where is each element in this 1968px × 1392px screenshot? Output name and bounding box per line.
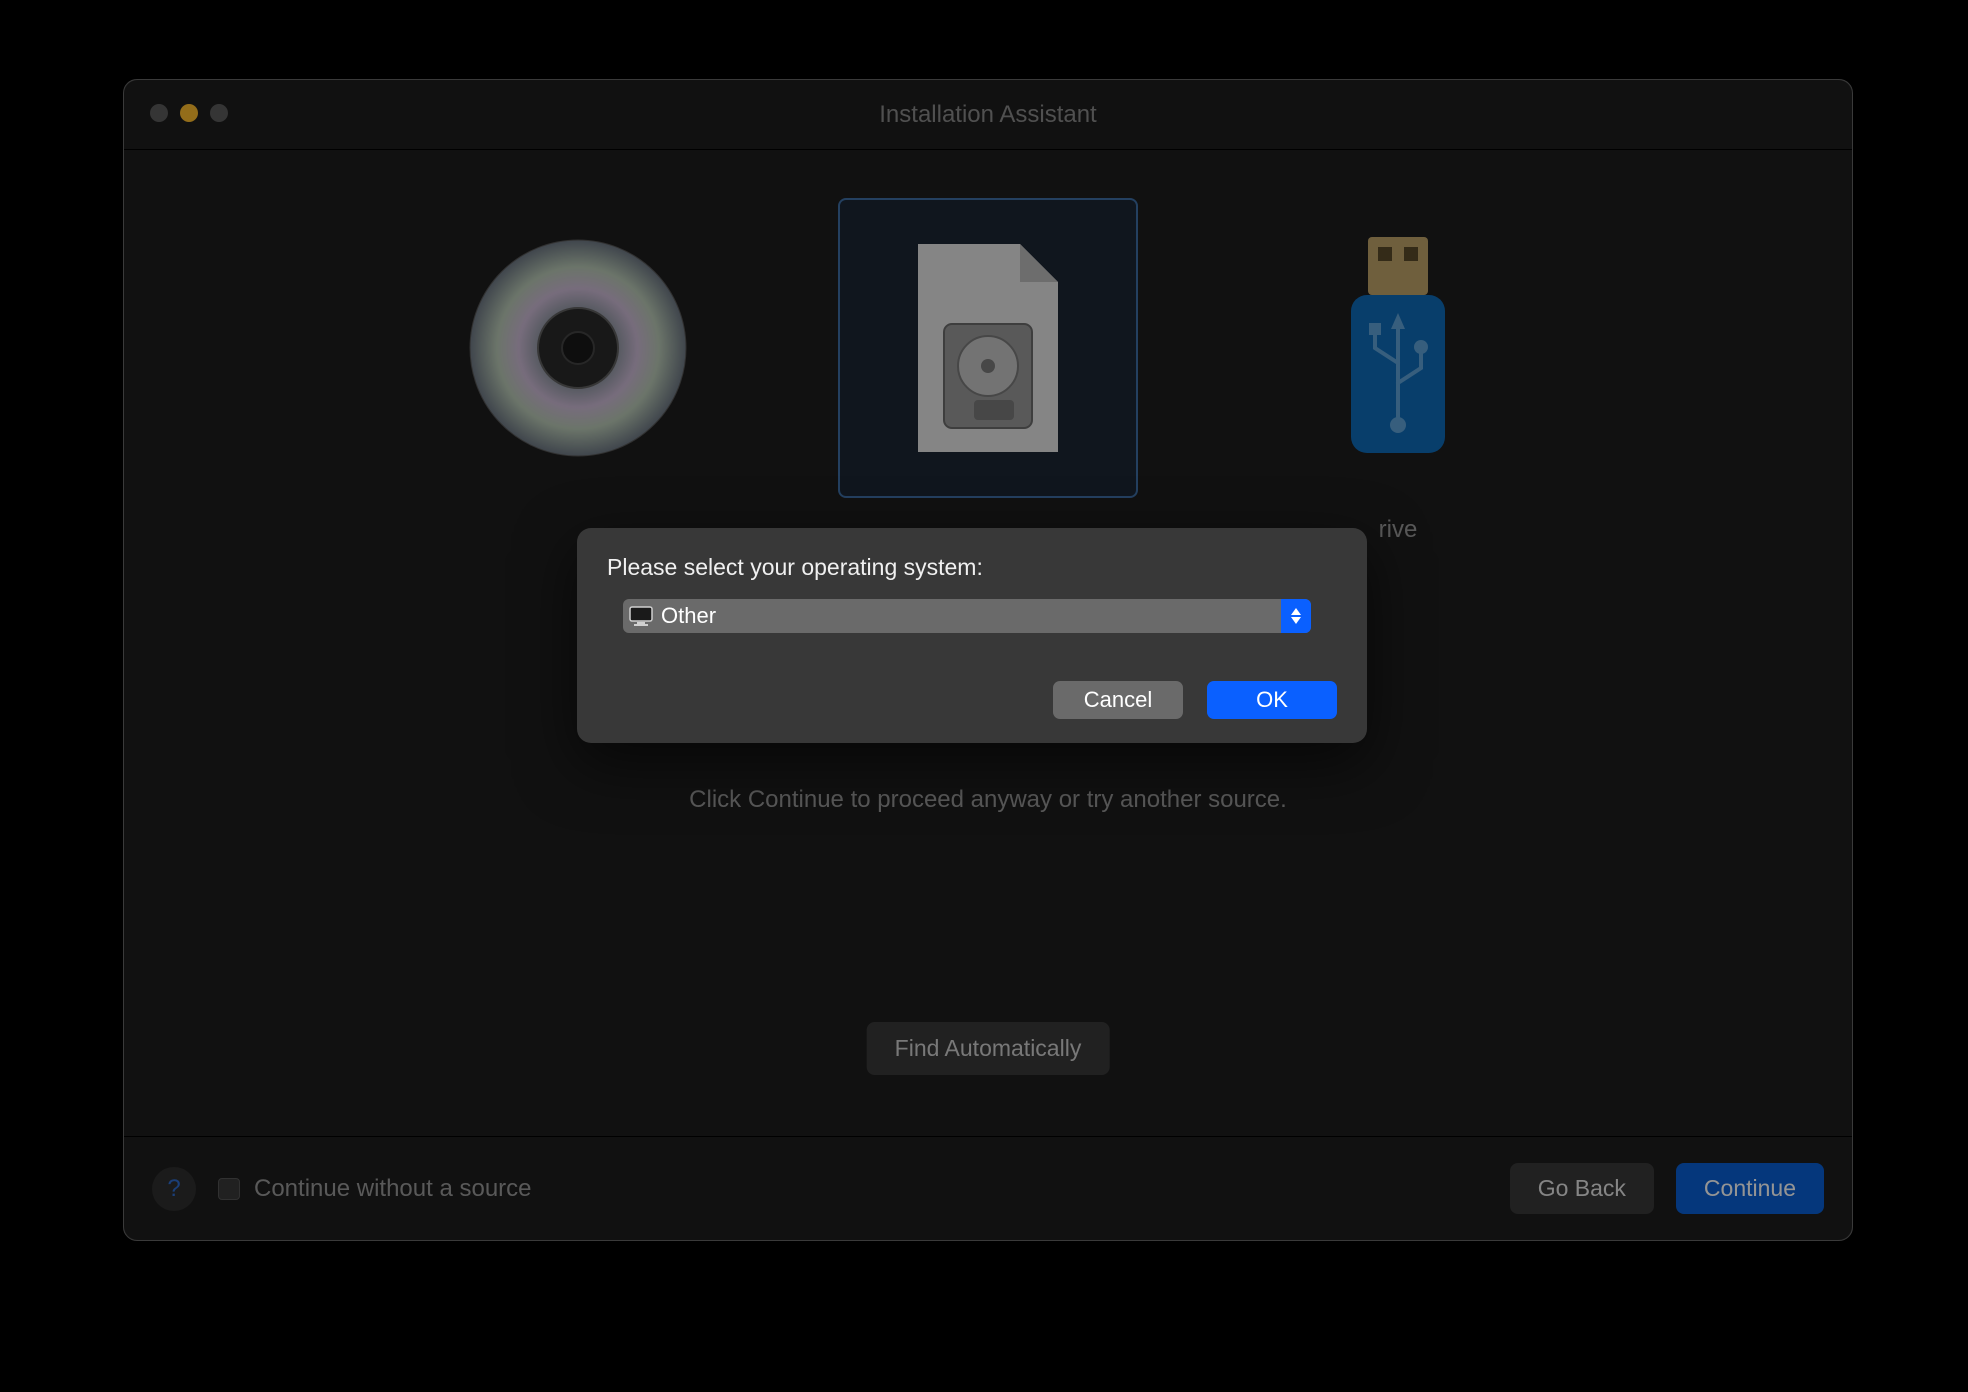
continue-without-source-label: Continue without a source: [254, 1175, 532, 1203]
background-hint-text: Click Continue to proceed anyway or try …: [124, 786, 1852, 814]
dialog-button-row: Cancel OK: [607, 681, 1337, 719]
os-select-dropdown[interactable]: Other: [623, 599, 1311, 633]
cancel-button[interactable]: Cancel: [1053, 681, 1183, 719]
usb-drive-icon: [1248, 198, 1548, 498]
window-title: Installation Assistant: [124, 80, 1852, 149]
help-button[interactable]: ?: [152, 1167, 196, 1211]
source-option-dvd[interactable]: DVD: [428, 198, 728, 544]
source-option-usb[interactable]: rive: [1248, 198, 1548, 544]
dialog-prompt-text: Please select your operating system:: [607, 554, 1337, 581]
source-label-usb: rive: [1379, 516, 1418, 544]
titlebar: Installation Assistant: [124, 80, 1852, 150]
dropdown-stepper-icon: [1281, 599, 1311, 633]
bottom-bar: ? Continue without a source Go Back Cont…: [124, 1136, 1852, 1240]
source-options-row: DVD Image Fil: [124, 198, 1852, 544]
ok-button[interactable]: OK: [1207, 681, 1337, 719]
go-back-button[interactable]: Go Back: [1510, 1163, 1654, 1214]
os-select-value: Other: [661, 603, 716, 629]
disk-image-file-icon: [838, 198, 1138, 498]
checkbox-box-icon: [218, 1178, 240, 1200]
find-automatically-button[interactable]: Find Automatically: [867, 1022, 1110, 1075]
source-option-image-file[interactable]: Image File: [838, 198, 1138, 544]
dvd-icon: [428, 198, 728, 498]
continue-without-source-checkbox[interactable]: Continue without a source: [218, 1175, 532, 1203]
continue-button[interactable]: Continue: [1676, 1163, 1824, 1214]
select-os-dialog: Please select your operating system: Oth…: [577, 528, 1367, 743]
monitor-icon: [629, 606, 653, 626]
